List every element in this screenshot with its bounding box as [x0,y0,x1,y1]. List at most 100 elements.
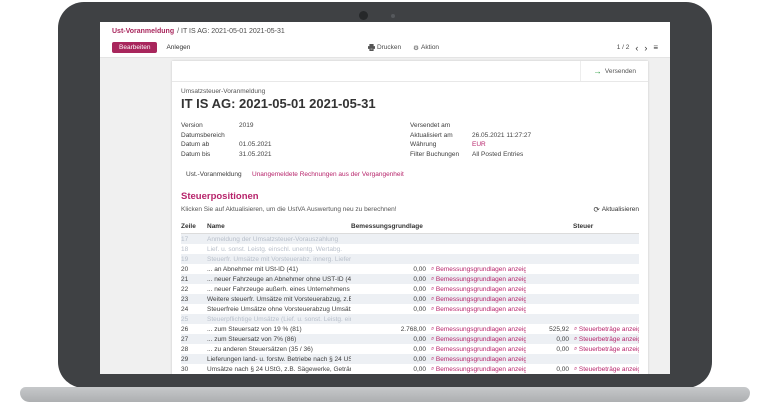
form-card: → Versenden Umsatzsteuer-Voranmeldung IT… [172,61,648,374]
steuerbetraege-anzeigen-link[interactable]: ⌕Steuerbeträge anzeigen [569,366,639,373]
magnifier-icon: ⌕ [431,336,434,343]
cell-zeile: 24 [181,306,207,313]
cell-name: Steuerpflichtige Umsätze (Lief. u. sonst… [207,316,351,323]
cell-zeile: 21 [181,276,207,283]
cell-bemessungsgrundlage: 0,00 [351,266,426,273]
table-row: 24Steuerfreie Umsätze ohne Vorsteuerabzu… [181,304,639,314]
table-row: 30Umsätze nach § 24 UStG, z.B. Sägewerke… [181,364,639,374]
steuerbetraege-anzeigen-link[interactable]: ⌕Steuerbeträge anzeigen [569,336,639,343]
ustva-label: Ust.-Voranmeldung [181,171,252,178]
cell-name: ... neuer Fahrzeuge an Abnehmer ohne UST… [207,276,351,283]
bemessungsgrundlagen-anzeigen-link[interactable]: ⌕Bemessungsgrundlagen anzeigen [426,366,526,373]
field-row: Datumsbereich [181,131,410,141]
chevron-left-icon[interactable]: ‹ [635,45,638,51]
cell-steuer: 0,00 [526,346,569,353]
col-header-zeile: Zeile [181,223,207,230]
print-button[interactable]: Drucken [368,44,401,51]
field-value: All Posted Entries [472,151,523,158]
bemessungsgrundlagen-anzeigen-link[interactable]: ⌕Bemessungsgrundlagen anzeigen [426,276,526,283]
cell-zeile: 19 [181,256,207,263]
breadcrumb-root-link[interactable]: Ust-Voranmeldung [112,26,174,38]
field-value: 26.05.2021 11:27:27 [472,132,531,139]
field-row: Datum bis31.05.2021 [181,150,410,160]
cell-bemessungsgrundlage: 2.768,00 [351,326,426,333]
tax-positions-table: Zeile Name Bemessungsgrundlage Steuer 17… [181,221,639,374]
ustva-row: Ust.-Voranmeldung Unangemeldete Rechnung… [181,171,639,178]
field-row: Filter BuchungenAll Posted Entries [410,150,639,160]
send-button[interactable]: → Versenden [580,61,648,81]
table-row: 28... zu anderen Steuersätzen (35 / 36)0… [181,344,639,354]
create-button[interactable]: Anlegen [166,44,190,51]
field-value: 01.05.2021 [239,141,272,148]
gear-icon: ⚙ [413,44,419,52]
field-label: Filter Buchungen [410,151,472,158]
field-row: Datum ab01.05.2021 [181,140,410,150]
cell-bemessungsgrundlage: 0,00 [351,366,426,373]
camera-led [391,14,395,18]
table-row: 26... zum Steuersatz von 19 % (81)2.768,… [181,324,639,334]
cell-bemessungsgrundlage: 0,00 [351,286,426,293]
magnifier-icon: ⌕ [431,356,434,363]
form-statusbar: → Versenden [172,61,648,82]
bemessungsgrundlagen-anzeigen-link[interactable]: ⌕Bemessungsgrundlagen anzeigen [426,266,526,273]
cell-bemessungsgrundlage: 0,00 [351,296,426,303]
refresh-hint: Klicken Sie auf Aktualisieren, um die Us… [181,206,397,213]
col-header-steuer: Steuer [569,223,639,230]
table-row: 18Lief. u. sonst. Leistg. einschl. unent… [181,244,639,254]
page-title: IT IS AG: 2021-05-01 2021-05-31 [181,96,639,111]
field-row: WährungEUR [410,140,639,150]
cell-steuer: 0,00 [526,366,569,373]
magnifier-icon: ⌕ [574,366,577,373]
table-row: 22... neuer Fahrzeuge außerh. eines Unte… [181,284,639,294]
steuerbetraege-anzeigen-link[interactable]: ⌕Steuerbeträge anzeigen [569,346,639,353]
edit-button[interactable]: Bearbeiten [112,42,157,54]
chevron-right-icon[interactable]: › [644,45,647,51]
steuerbetraege-anzeigen-link[interactable]: ⌕Steuerbeträge anzeigen [569,326,639,333]
cell-steuer: 0,00 [526,336,569,343]
magnifier-icon: ⌕ [431,296,434,303]
bemessungsgrundlagen-anzeigen-link[interactable]: ⌕Bemessungsgrundlagen anzeigen [426,296,526,303]
bemessungsgrundlagen-anzeigen-link[interactable]: ⌕Bemessungsgrundlagen anzeigen [426,326,526,333]
cell-name: Umsätze nach § 24 UStG, z.B. Sägewerke, … [207,366,351,373]
field-label: Währung [410,141,472,148]
bemessungsgrundlagen-anzeigen-link[interactable]: ⌕Bemessungsgrundlagen anzeigen [426,336,526,343]
laptop-frame: Ust-Voranmeldung / IT IS AG: 2021-05-01 … [58,2,712,388]
table-row: 19Steuerfr. Umsätze mit Vorsteuerabz. in… [181,254,639,264]
bemessungsgrundlagen-anzeigen-link[interactable]: ⌕Bemessungsgrundlagen anzeigen [426,356,526,363]
field-label: Datumsbereich [181,132,239,139]
laptop-base [20,387,750,402]
action-button[interactable]: ⚙ Aktion [413,44,439,52]
cell-name: ... neuer Fahrzeuge außerh. eines Untern… [207,286,351,293]
field-value-link[interactable]: EUR [472,141,486,148]
magnifier-icon: ⌕ [431,306,434,313]
camera-dot [359,11,368,20]
print-label: Drucken [377,44,401,51]
cell-bemessungsgrundlage: 0,00 [351,336,426,343]
col-spacer [526,223,569,230]
table-row: 17Anmeldung der Umsatzsteuer-Vorauszahlu… [181,234,639,244]
unreported-invoices-link[interactable]: Unangemeldete Rechnungen aus der Vergang… [252,171,404,178]
table-row: 25Steuerpflichtige Umsätze (Lief. u. son… [181,314,639,324]
link-label: Steuerbeträge anzeigen [579,346,639,353]
section-subheader: Klicken Sie auf Aktualisieren, um die Us… [181,205,639,214]
list-view-icon[interactable]: ≡ [653,43,658,52]
magnifier-icon: ⌕ [431,346,434,353]
bemessungsgrundlagen-anzeigen-link[interactable]: ⌕Bemessungsgrundlagen anzeigen [426,306,526,313]
cell-zeile: 25 [181,316,207,323]
magnifier-icon: ⌕ [574,326,577,333]
bemessungsgrundlagen-anzeigen-link[interactable]: ⌕Bemessungsgrundlagen anzeigen [426,346,526,353]
refresh-button[interactable]: ⟳ Aktualisieren [593,205,639,214]
doc-type-label: Umsatzsteuer-Voranmeldung [181,88,639,95]
cell-steuer: 525,92 [526,326,569,333]
refresh-icon: ⟳ [593,205,599,214]
bemessungsgrundlagen-anzeigen-link[interactable]: ⌕Bemessungsgrundlagen anzeigen [426,286,526,293]
magnifier-icon: ⌕ [431,326,434,333]
field-row: Aktualisiert am26.05.2021 11:27:27 [410,131,639,141]
field-row: Versendet am [410,121,639,131]
table-row: 23Weitere steuerfr. Umsätze mit Vorsteue… [181,294,639,304]
link-label: Bemessungsgrundlagen anzeigen [436,266,526,273]
table-header: Zeile Name Bemessungsgrundlage Steuer [181,221,639,234]
cell-bemessungsgrundlage: 0,00 [351,306,426,313]
cell-name: ... zum Steuersatz von 7% (86) [207,336,351,343]
field-grid: Version2019DatumsbereichDatum ab01.05.20… [181,121,639,159]
